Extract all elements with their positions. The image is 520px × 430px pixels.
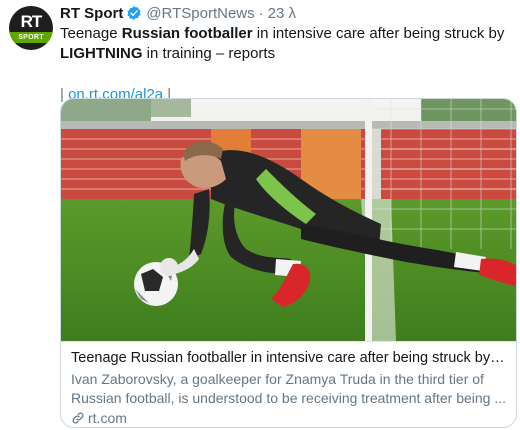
author-handle[interactable]: @RTSportNews — [146, 5, 254, 22]
avatar[interactable]: RT SPORT — [9, 6, 53, 50]
tweet-content: RT Sport @RTSportNews · 23 λ Teenage Rus… — [60, 4, 515, 106]
card-body: Teenage Russian footballer in intensive … — [61, 341, 516, 427]
tweet-text-part: in training – reports — [142, 45, 276, 62]
tweet[interactable]: RT SPORT RT Sport @RTSportNews · 23 λ Te… — [0, 0, 520, 430]
card-description: Ivan Zaborovsky, a goalkeeper for Znamya… — [71, 371, 507, 406]
tweet-text-part: Teenage — [60, 25, 122, 42]
link-icon — [72, 412, 84, 424]
tweet-text-bold: LIGHTNING — [60, 45, 143, 62]
link-card[interactable]: Teenage Russian footballer in intensive … — [60, 98, 517, 428]
tweet-timestamp[interactable]: 23 λ — [268, 5, 296, 22]
author-name[interactable]: RT Sport — [60, 5, 123, 22]
verified-badge-icon — [127, 6, 141, 20]
card-title[interactable]: Teenage Russian footballer in intensive … — [71, 349, 508, 368]
tweet-text-part: in intensive care after being struck by — [252, 25, 505, 42]
card-domain-text: rt.com — [88, 410, 127, 426]
avatar-band: SPORT — [9, 32, 53, 43]
card-domain[interactable]: rt.com — [71, 410, 508, 426]
tweet-header: RT Sport @RTSportNews · 23 λ — [60, 4, 515, 22]
separator-dot: · — [258, 4, 264, 22]
tweet-text: Teenage Russian footballer in intensive … — [60, 24, 515, 64]
card-image — [61, 99, 516, 341]
avatar-logo: RT — [20, 12, 43, 31]
tweet-text-bold: Russian footballer — [121, 25, 253, 42]
